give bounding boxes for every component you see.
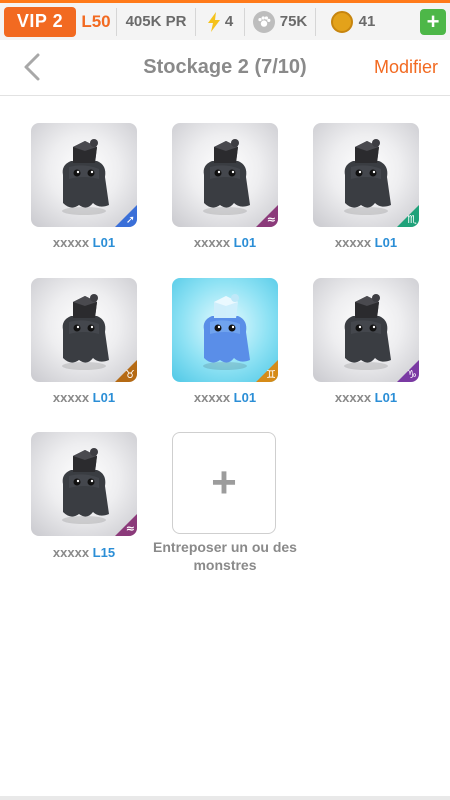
element-symbol: ≈	[266, 213, 276, 226]
monster-sprite	[62, 294, 109, 370]
element-badge-icon: ♑	[397, 360, 419, 382]
paw-icon	[252, 10, 275, 33]
add-currency-button[interactable]: +	[420, 8, 446, 35]
monster-name: xxxxx	[193, 235, 234, 250]
monster-name: xxxxx	[193, 390, 234, 405]
monster-label: xxxxx L01	[296, 390, 436, 405]
energy-value: 4	[224, 13, 234, 30]
monster-label: xxxxx L01	[14, 390, 154, 405]
monster-level: L01	[92, 390, 116, 405]
page-header: Stockage 2 (7/10) Modifier	[0, 40, 450, 96]
monster-sprite	[62, 139, 109, 215]
monster-label: xxxxx L01	[155, 235, 295, 250]
monster-card[interactable]: ♊	[172, 278, 278, 382]
element-symbol: ♏	[407, 213, 417, 226]
coin-value: 41	[358, 13, 376, 30]
monster-level: L01	[92, 235, 116, 250]
monster-sprite	[62, 448, 109, 524]
energy-counter[interactable]: 4	[196, 11, 244, 32]
element-badge-icon: ♏	[397, 205, 419, 227]
monster-label: xxxxx L01	[296, 235, 436, 250]
monster-card[interactable]: ♑	[313, 278, 419, 382]
food-value: 75K	[279, 13, 308, 30]
monster-label: xxxxx L01	[155, 390, 295, 405]
monster-card[interactable]: ♉	[31, 278, 137, 382]
monster-name: xxxxx	[52, 545, 93, 560]
monster-sprite	[344, 294, 391, 370]
element-symbol: ♑	[407, 368, 417, 381]
bottom-divider	[0, 796, 450, 800]
monster-sprite	[344, 139, 391, 215]
monster-level: L01	[233, 235, 257, 250]
status-bar: VIP 2 L50 405K PR 4 75K 41 +	[0, 0, 450, 40]
element-badge-icon: ➚	[115, 205, 137, 227]
add-monster-slot[interactable]: +	[172, 432, 276, 534]
element-badge-icon: ♉	[115, 360, 137, 382]
monster-card[interactable]: ➚	[31, 123, 137, 227]
vip-badge[interactable]: VIP 2	[4, 6, 76, 37]
element-badge-icon: ≈	[115, 514, 137, 536]
monster-name: xxxxx	[52, 235, 93, 250]
element-symbol: ➚	[125, 213, 135, 226]
coin-counter[interactable]: 41	[316, 10, 390, 33]
monster-name: xxxxx	[334, 390, 375, 405]
element-symbol: ≈	[125, 522, 135, 535]
monster-label: xxxxx L01	[14, 235, 154, 250]
monster-level: L01	[374, 235, 398, 250]
add-monster-label: Entreposer un ou des monstres	[153, 539, 297, 573]
coin-icon	[330, 10, 353, 33]
lightning-icon	[207, 11, 220, 32]
power-rating: 405K PR	[125, 13, 187, 30]
element-symbol: ♉	[125, 368, 135, 381]
element-badge-icon: ≈	[256, 205, 278, 227]
monster-name: xxxxx	[52, 390, 93, 405]
element-symbol: ♊	[266, 368, 276, 381]
element-badge-icon: ♊	[256, 360, 278, 382]
monster-sprite	[203, 294, 250, 370]
monster-level: L15	[92, 545, 116, 560]
modify-button[interactable]: Modifier	[374, 57, 438, 78]
monster-label: xxxxx L15	[14, 545, 154, 560]
monster-name: xxxxx	[334, 235, 375, 250]
plus-icon: +	[211, 458, 237, 507]
monster-sprite	[203, 139, 250, 215]
monster-level: L01	[374, 390, 398, 405]
monster-card[interactable]: ≈	[172, 123, 278, 227]
monster-card[interactable]: ≈	[31, 432, 137, 536]
food-counter[interactable]: 75K	[245, 10, 315, 33]
player-level: L50	[81, 11, 111, 31]
monster-level: L01	[233, 390, 257, 405]
monster-card[interactable]: ♏	[313, 123, 419, 227]
